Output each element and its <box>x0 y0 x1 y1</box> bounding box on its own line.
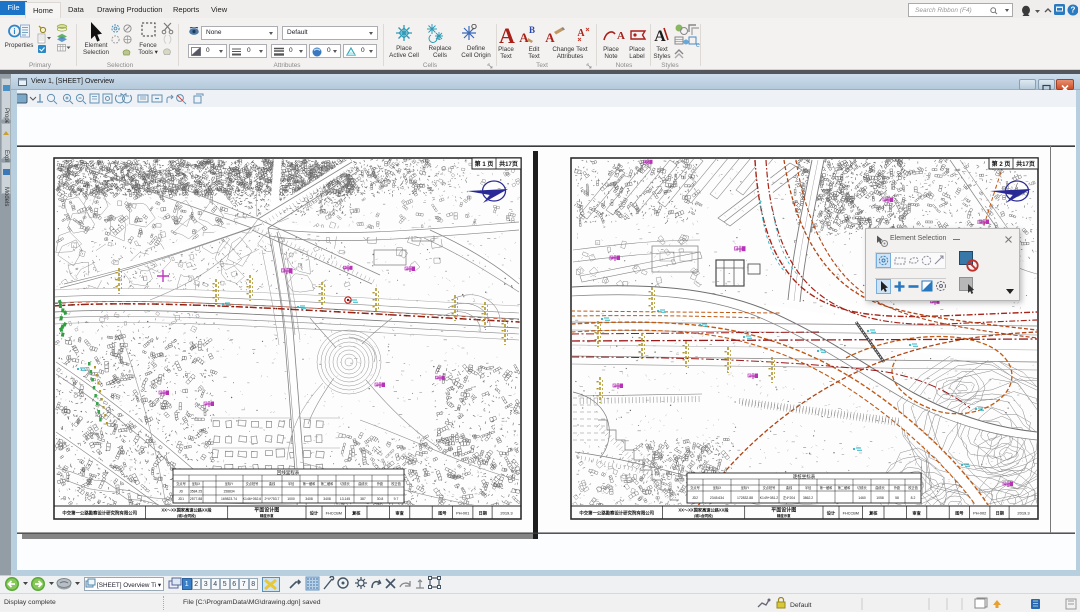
svg-text:FHCCBM: FHCCBM <box>326 512 342 516</box>
svg-text:曲线长: 曲线长 <box>875 485 885 490</box>
svg-text:外距: 外距 <box>894 485 901 490</box>
svg-text:坐标X: 坐标X <box>192 481 201 486</box>
svg-text:K146+052.6: K146+052.6 <box>243 497 261 501</box>
svg-text:坐标Y: 坐标Y <box>225 481 234 486</box>
svg-text:A: A <box>499 24 515 46</box>
svg-text:JD1: JD1 <box>178 497 184 501</box>
svg-text:3408: 3408 <box>323 497 331 501</box>
svg-text:坐标Y: 坐标Y <box>741 485 750 490</box>
svg-text:9.7: 9.7 <box>394 497 399 501</box>
svg-text:日期: 日期 <box>996 510 1004 517</box>
svg-text:第 2 页: 第 2 页 <box>991 160 1011 168</box>
svg-text:XX～XX国家高速公路XX段: XX～XX国家高速公路XX段 <box>161 507 212 514</box>
svg-text:3584.25: 3584.25 <box>190 490 202 494</box>
svg-text:精度示意: 精度示意 <box>260 513 274 518</box>
svg-text:外距: 外距 <box>377 481 384 486</box>
svg-text:(城1合同段): (城1合同段) <box>694 513 714 518</box>
svg-text:第二缓和: 第二缓和 <box>838 485 851 490</box>
svg-text:A: A <box>519 30 529 45</box>
svg-text:158834: 158834 <box>223 490 234 494</box>
svg-text:第二缓和: 第二缓和 <box>321 481 334 486</box>
svg-text:逐桩坐标表: 逐桩坐标表 <box>793 473 816 480</box>
svg-text:(城1合同段): (城1合同段) <box>177 513 197 518</box>
svg-text:平面设计图: 平面设计图 <box>771 507 796 514</box>
svg-text:第一缓和: 第一缓和 <box>820 485 833 490</box>
svg-text:13.145: 13.145 <box>340 497 350 501</box>
svg-text:K149+081.2: K149+081.2 <box>760 496 778 500</box>
svg-text:2019.3: 2019.3 <box>1017 511 1030 516</box>
svg-text:曲线: 曲线 <box>786 485 793 490</box>
svg-text:i: i <box>13 27 15 36</box>
svg-text:B: B <box>529 25 535 35</box>
svg-text:2345.634: 2345.634 <box>710 496 724 500</box>
svg-text:回线里程表: 回线里程表 <box>277 469 300 476</box>
svg-text:2577.88: 2577.88 <box>190 497 202 501</box>
svg-text:Default: Default <box>790 602 812 609</box>
svg-text:图号: 图号 <box>955 510 963 517</box>
svg-text:审查: 审查 <box>395 510 404 517</box>
svg-text:A: A <box>617 30 625 42</box>
svg-text:A: A <box>545 30 555 45</box>
svg-text:复核: 复核 <box>351 510 361 517</box>
svg-text:校正值: 校正值 <box>908 485 918 490</box>
svg-text:第一缓和: 第一缓和 <box>303 481 316 486</box>
svg-text:共17页: 共17页 <box>499 160 518 168</box>
svg-text:交点桩号: 交点桩号 <box>763 485 776 490</box>
svg-text:日期: 日期 <box>479 510 487 517</box>
svg-text:JD: JD <box>179 490 184 494</box>
svg-text:PH-001: PH-001 <box>456 511 469 516</box>
svg-text:交点号: 交点号 <box>690 485 700 490</box>
svg-text:1000: 1000 <box>287 497 295 501</box>
svg-text:172832.88: 172832.88 <box>737 496 753 500</box>
svg-text:切线长: 切线长 <box>857 485 867 490</box>
svg-text:审查: 审查 <box>912 510 921 517</box>
svg-text:曲线: 曲线 <box>269 481 276 486</box>
svg-text:?: ? <box>1071 6 1076 15</box>
svg-text:图号: 图号 <box>438 510 446 517</box>
svg-text:1058: 1058 <box>876 496 884 500</box>
svg-text:中交第一公路勘察设计研究院有限公司: 中交第一公路勘察设计研究院有限公司 <box>579 510 654 517</box>
svg-text:8.2: 8.2 <box>911 496 916 500</box>
svg-text:XX～XX国家高速公路XX段: XX～XX国家高速公路XX段 <box>678 507 729 514</box>
svg-text:复核: 复核 <box>868 510 878 517</box>
svg-text:平面设计图: 平面设计图 <box>254 507 279 514</box>
svg-text:FHCCBM: FHCCBM <box>843 512 859 516</box>
svg-text:A: A <box>577 28 585 39</box>
svg-text:共17页: 共17页 <box>1016 160 1035 168</box>
svg-text:2019.3: 2019.3 <box>500 511 513 516</box>
svg-text:坐标X: 坐标X <box>713 485 722 490</box>
svg-text:精度示意: 精度示意 <box>777 513 791 518</box>
svg-text:切线长: 切线长 <box>340 481 350 486</box>
svg-text:设计: 设计 <box>827 510 836 517</box>
svg-text:设计: 设计 <box>310 510 319 517</box>
svg-text:左4*204: 左4*204 <box>783 495 795 500</box>
svg-text:交点桩号: 交点桩号 <box>246 481 259 486</box>
svg-text:58: 58 <box>895 496 899 500</box>
svg-text:30.8: 30.8 <box>377 497 384 501</box>
svg-text:半径: 半径 <box>805 485 812 490</box>
svg-text:第 1 页: 第 1 页 <box>474 160 494 168</box>
svg-text:半径: 半径 <box>288 481 295 486</box>
svg-text:3862.2: 3862.2 <box>803 496 813 500</box>
svg-text:中交第一公路勘察设计研究院有限公司: 中交第一公路勘察设计研究院有限公司 <box>62 510 137 517</box>
svg-text:3408: 3408 <box>305 497 313 501</box>
svg-text:PH-002: PH-002 <box>973 511 986 516</box>
svg-text:169823.74: 169823.74 <box>221 497 237 501</box>
svg-text:387: 387 <box>360 497 366 501</box>
svg-text:JD2: JD2 <box>692 496 698 500</box>
svg-text:曲线长: 曲线长 <box>358 481 368 486</box>
svg-text:1460: 1460 <box>858 496 866 500</box>
svg-text:交点号: 交点号 <box>176 481 186 486</box>
svg-text:校正值: 校正值 <box>391 481 401 486</box>
svg-text:2*4*753.7: 2*4*753.7 <box>265 497 280 501</box>
